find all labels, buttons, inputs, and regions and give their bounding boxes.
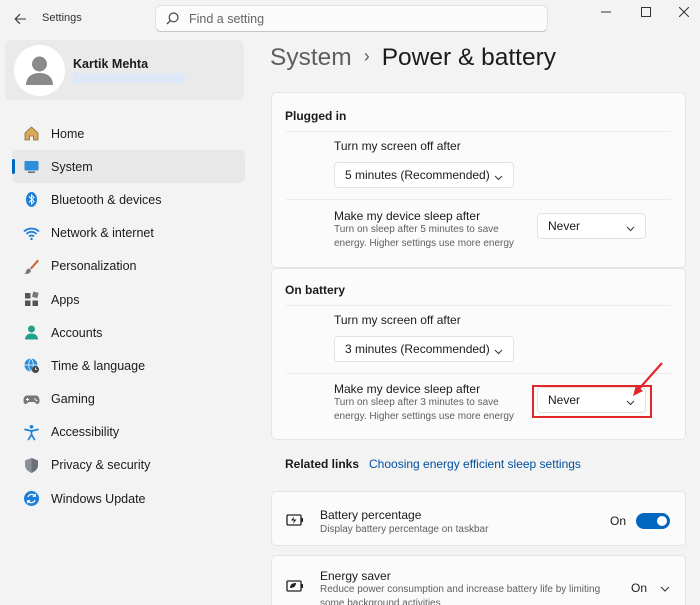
dropdown-value: 5 minutes (Recommended) (345, 168, 490, 182)
sidebar-item-label: Time & language (51, 358, 146, 373)
energy-saver-title: Energy saver (320, 569, 391, 583)
minimize-button[interactable] (592, 4, 620, 20)
battery-percentage-toggle[interactable] (636, 513, 670, 529)
update-icon (22, 490, 40, 508)
battery-percentage-title: Battery percentage (320, 508, 422, 522)
system-icon (22, 158, 40, 176)
apps-icon (22, 291, 40, 309)
plugged-screen-off-dropdown[interactable]: 5 minutes (Recommended) (334, 162, 514, 188)
battery-percentage-row: Battery percentage Display battery perce… (271, 491, 686, 546)
minimize-icon (601, 11, 611, 13)
battery-sleep-label: Make my device sleep after (334, 382, 481, 396)
shield-icon (22, 456, 40, 474)
chevron-down-icon (626, 222, 635, 236)
sidebar-item-apps[interactable]: Apps (12, 283, 245, 316)
globe-clock-icon (22, 357, 40, 375)
sidebar-item-label: Bluetooth & devices (51, 192, 162, 207)
sidebar-item-windows-update[interactable]: Windows Update (12, 482, 245, 515)
close-button[interactable] (670, 4, 698, 20)
sidebar-item-label: Home (51, 126, 85, 141)
divider (286, 199, 671, 200)
divider (286, 131, 671, 132)
person-avatar-icon (26, 56, 53, 85)
energy-saver-description: Reduce power consumption and increase ba… (320, 584, 601, 605)
energy-saver-status: On (631, 581, 648, 595)
accessibility-icon (22, 423, 40, 441)
dropdown-value: Never (548, 219, 581, 233)
related-links-label: Related links (285, 457, 360, 471)
bluetooth-icon (22, 191, 40, 209)
battery-percentage-status: On (610, 514, 627, 528)
sidebar-item-privacy-security[interactable]: Privacy & security (12, 449, 245, 482)
chevron-down-icon (494, 171, 503, 185)
app-title: Settings (42, 12, 82, 24)
breadcrumb-system[interactable]: System (270, 44, 352, 71)
plugged-sleep-dropdown[interactable]: Never (537, 213, 646, 239)
sidebar-item-time-language[interactable]: Time & language (12, 349, 245, 382)
search-icon (166, 12, 179, 25)
sidebar-item-accessibility[interactable]: Accessibility (12, 416, 245, 449)
close-icon (679, 7, 689, 17)
section-label-plugged-in: Plugged in (285, 109, 347, 123)
sidebar-item-label: Gaming (51, 392, 95, 407)
energy-saver-row[interactable]: Energy saver Reduce power consumption an… (271, 555, 686, 605)
sidebar-item-home[interactable]: Home (12, 117, 245, 150)
sidebar-nav: Home System Bluetooth & devices Network … (12, 117, 245, 515)
avatar (14, 45, 65, 96)
sidebar-item-label: Apps (51, 292, 80, 307)
annotation-arrow-icon (633, 362, 663, 396)
sidebar-item-label: Network & internet (51, 226, 154, 241)
brush-icon (22, 257, 40, 275)
battery-percentage-description: Display battery percentage on taskbar (320, 524, 489, 535)
divider (286, 373, 671, 374)
arrow-left-icon (13, 13, 26, 25)
profile-name: Kartik Mehta (73, 57, 149, 71)
maximize-button[interactable] (632, 4, 660, 20)
sidebar-item-bluetooth[interactable]: Bluetooth & devices (12, 183, 245, 216)
plugged-sleep-description: Turn on sleep after 5 minutes to save en… (334, 224, 514, 249)
plugged-in-section: Plugged in Turn my screen off after 5 mi… (271, 92, 686, 268)
sidebar-item-personalization[interactable]: Personalization (12, 250, 245, 283)
plugged-sleep-label: Make my device sleep after (334, 209, 481, 223)
sidebar-item-label: Privacy & security (51, 458, 151, 473)
chevron-down-icon (494, 345, 503, 359)
sidebar-item-gaming[interactable]: Gaming (12, 383, 245, 416)
sidebar-item-label: Accessibility (51, 425, 120, 440)
sidebar-item-system[interactable]: System (12, 150, 245, 184)
back-button[interactable] (8, 8, 32, 30)
sidebar-item-network[interactable]: Network & internet (12, 217, 245, 250)
battery-screen-off-dropdown[interactable]: 3 minutes (Recommended) (334, 336, 514, 362)
chevron-down-icon (660, 586, 670, 592)
battery-sleep-description: Turn on sleep after 3 minutes to save en… (334, 397, 514, 422)
wifi-icon (22, 224, 40, 242)
page-title: System › Power & battery (270, 44, 556, 72)
search-input[interactable] (189, 11, 509, 26)
user-profile[interactable]: Kartik Mehta (5, 40, 244, 100)
battery-charging-icon (286, 514, 303, 526)
energy-efficient-sleep-link[interactable]: Choosing energy efficient sleep settings (369, 457, 581, 471)
battery-screen-off-label: Turn my screen off after (334, 313, 461, 327)
section-label-on-battery: On battery (285, 283, 346, 297)
sidebar-item-accounts[interactable]: Accounts (12, 316, 245, 349)
breadcrumb-current: Power & battery (381, 44, 556, 71)
home-icon (22, 125, 40, 143)
gamepad-icon (22, 390, 40, 408)
plugged-screen-off-label: Turn my screen off after (334, 139, 461, 153)
title-bar: Settings (0, 0, 700, 38)
dropdown-value: 3 minutes (Recommended) (345, 342, 490, 356)
sidebar-item-label: Personalization (51, 259, 137, 274)
person-icon (22, 324, 40, 342)
sidebar-item-label: System (51, 159, 93, 174)
breadcrumb-separator: › (363, 46, 370, 66)
sidebar-item-label: Accounts (51, 325, 103, 340)
energy-saver-icon (286, 580, 303, 592)
profile-email-redacted (73, 73, 185, 83)
divider (286, 305, 671, 306)
search-box[interactable] (155, 5, 548, 32)
maximize-icon (641, 7, 651, 17)
sidebar-item-label: Windows Update (51, 491, 146, 506)
